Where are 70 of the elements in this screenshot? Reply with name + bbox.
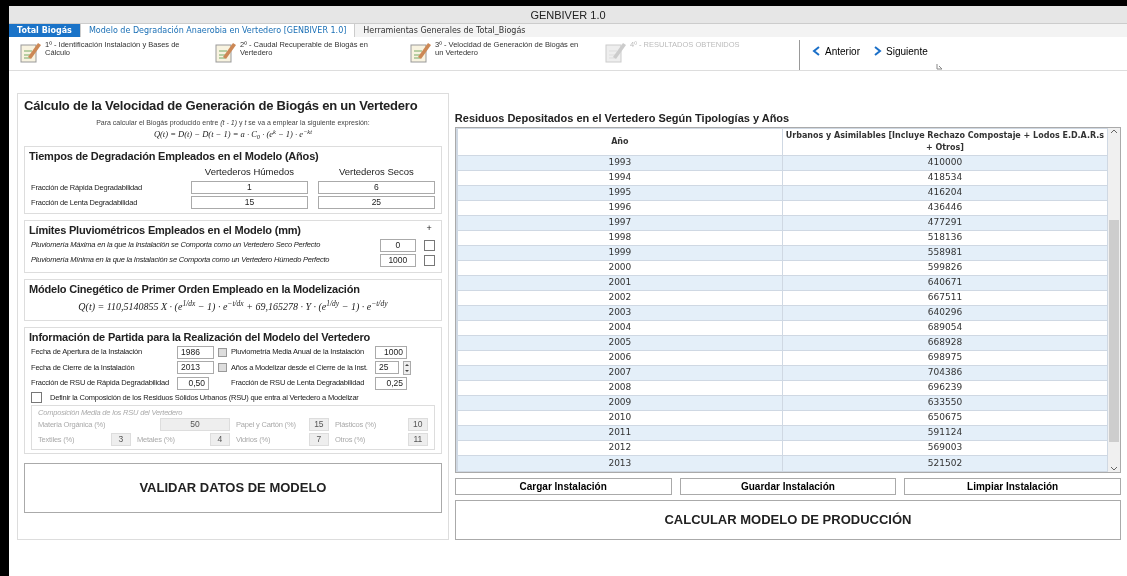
column-header: Año — [457, 128, 783, 156]
column-header: Urbanos y Asimilables [Incluye Rechazo Compostaje + Lodos E.D.A.R.s + Otros] — [782, 128, 1108, 156]
table-cell: 569003 — [782, 440, 1108, 456]
table-cell: 696239 — [782, 380, 1108, 396]
column-header: Vertederos Húmedos — [203, 164, 296, 179]
input-field[interactable]: 1 — [191, 180, 308, 194]
table-cell: 689054 — [782, 320, 1108, 336]
table-cell: 1996 — [457, 200, 783, 216]
input-field[interactable]: 0,50 — [177, 376, 209, 390]
input-field[interactable]: 2013 — [177, 361, 214, 374]
input-field[interactable]: 0,25 — [375, 376, 407, 390]
checkbox[interactable] — [31, 391, 42, 403]
group-title: Tiempos de Degradación Empleados en el Modelo (Años) — [29, 149, 320, 164]
ribbon-tab[interactable]: Herramientas Generales de Total_Biogás — [355, 24, 534, 37]
table-cell: 418534 — [782, 170, 1108, 186]
table-cell: 698975 — [782, 350, 1108, 366]
table-title: Residuos Depositados en el Vertedero Según Tipologías y Años — [454, 111, 791, 126]
calculate-button[interactable]: CALCULAR MODELO DE PRODUCCIÓN — [454, 499, 1121, 540]
action-button[interactable]: Guardar Instalación — [679, 477, 897, 495]
table-cell: 436446 — [782, 200, 1108, 216]
pencil-paper-icon — [19, 41, 41, 63]
action-button[interactable]: Cargar Instalación — [454, 477, 672, 495]
validate-button[interactable]: VALIDAR DATOS DE MODELO — [24, 463, 442, 513]
group-title: Información de Partida para la Realización del Modelo del Vertedero — [29, 330, 372, 345]
table-cell: 599826 — [782, 260, 1108, 276]
section-title: Cálculo de la Velocidad de Generación de Biogás en un Vertedero — [24, 97, 419, 115]
table-cell: 2006 — [457, 350, 783, 366]
checkbox[interactable] — [423, 254, 435, 266]
table-cell: 518136 — [782, 230, 1108, 246]
input-field[interactable]: 1000 — [375, 345, 407, 359]
input-field[interactable]: 6 — [317, 180, 435, 194]
table-cell: 2010 — [457, 410, 783, 426]
pencil-paper-icon — [409, 41, 431, 63]
input-field[interactable]: 1986 — [177, 345, 214, 359]
table-cell: 2000 — [457, 260, 783, 276]
spinner-arrows-icon — [403, 360, 411, 375]
pencil-paper-icon — [604, 41, 626, 63]
dialog-launcher-icon — [936, 63, 943, 70]
scrollbar[interactable] — [1108, 127, 1120, 472]
chevron-up-icon — [1110, 127, 1118, 134]
input-field[interactable]: 0 — [379, 238, 416, 252]
pencil-paper-icon — [214, 41, 236, 63]
group-title: Módelo Cinegético de Primer Orden Empleado en la Modelización — [29, 281, 361, 297]
table-cell: 2004 — [457, 320, 783, 336]
window-title: GENBIVER 1.0 — [9, 6, 1127, 24]
input-field[interactable]: 15 — [191, 195, 308, 209]
chevron-left-icon — [812, 46, 821, 56]
action-button[interactable]: Limpiar Instalación — [904, 477, 1121, 495]
nav-button[interactable]: Siguiente — [869, 44, 932, 58]
chevron-down-icon — [1110, 465, 1118, 472]
table-cell: 667511 — [782, 290, 1108, 306]
chevron-right-icon — [873, 46, 882, 56]
table-cell: 2002 — [457, 290, 783, 306]
table-cell: 1998 — [457, 230, 783, 246]
table-cell: 1994 — [457, 170, 783, 186]
group-title: Límites Pluviométricos Empleados en el Modelo (mm) — [29, 223, 301, 238]
table-cell: 650675 — [782, 410, 1108, 426]
input-field[interactable]: 1000 — [379, 253, 416, 267]
table-cell: 2012 — [457, 440, 783, 456]
ribbon-tab[interactable]: Total Biogás — [9, 24, 80, 37]
ribbon-tab[interactable]: Modelo de Degradación Anaerobia en Vertedero [GENBIVER 1.0] — [79, 23, 356, 37]
column-header: Vertederos Secos — [337, 164, 415, 179]
formula-text: Q(t) = 110,5140855 X · (e$^{1/dx}$ − 1) · e$^{−t/dx}$ + 69,165278 · Y · (e$^{1/dy}$ − 1) · e$^{−t/dy}$ — [77, 298, 389, 314]
formula-text: Q(t) = D(t) − D(t − 1) = a · C$_{0}$ · (e$^{k}$ − 1) · e$^{−kt}$ — [152, 129, 313, 140]
input-field[interactable]: 25 — [317, 195, 435, 209]
table-cell: 2008 — [457, 380, 783, 396]
plus-label: + — [426, 222, 432, 235]
input-field[interactable]: 25 — [375, 361, 399, 374]
nav-button[interactable]: Anterior — [808, 44, 864, 58]
checkbox[interactable] — [423, 239, 435, 251]
